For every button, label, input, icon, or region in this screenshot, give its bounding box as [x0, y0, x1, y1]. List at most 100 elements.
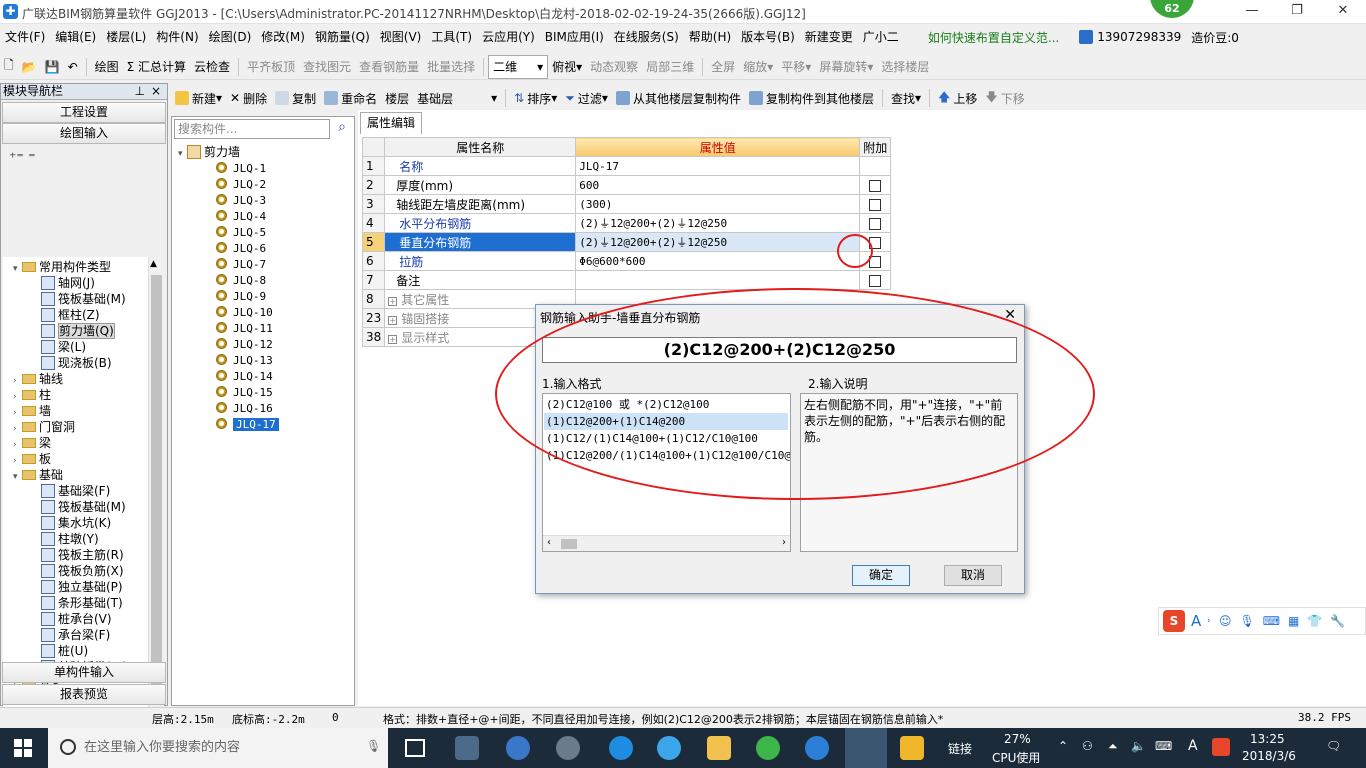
component-item[interactable]: JLQ-9 — [216, 289, 266, 305]
toolbar-button[interactable]: 批量选择 — [423, 55, 479, 79]
search-icon[interactable]: ⌕ — [332, 119, 352, 139]
copy-from-floor-button[interactable]: 从其他楼层复制构件 — [612, 86, 745, 110]
single-component-button[interactable]: 单构件输入 — [2, 662, 166, 683]
taskbar-search-input[interactable]: 在这里输入你要搜索的内容 — [48, 728, 388, 768]
toolbar-button[interactable]: 俯视 ▾ — [548, 55, 586, 79]
menu-item[interactable]: 帮助(H) — [684, 25, 736, 49]
nav-item[interactable]: 轴网(J) — [41, 275, 95, 291]
menu-item[interactable]: 楼层(L) — [101, 25, 151, 49]
menu-item[interactable]: 编辑(E) — [50, 25, 101, 49]
user-phone[interactable]: 13907298339 — [1097, 30, 1181, 44]
toolbar-button[interactable]: 动态观察 — [586, 55, 642, 79]
nav-item[interactable]: 剪力墙(Q) — [41, 323, 115, 339]
save-icon[interactable]: 💾 — [41, 55, 64, 79]
nav-item[interactable]: 桩(U) — [41, 643, 88, 659]
property-row[interactable]: 4 水平分布钢筋 (2)⏚12@200+(2)⏚12@250 — [361, 213, 892, 233]
nav-item[interactable]: 条形基础(T) — [41, 595, 123, 611]
browser-e-icon[interactable] — [506, 736, 530, 760]
ok-button[interactable]: 确定 — [852, 565, 910, 586]
menu-item[interactable]: 构件(N) — [151, 25, 203, 49]
component-item[interactable]: JLQ-4 — [216, 209, 266, 225]
nav-item[interactable]: 集水坑(K) — [41, 515, 111, 531]
project-settings-button[interactable]: 工程设置 — [2, 102, 166, 123]
tray-expand-icon[interactable]: ⌃ — [1058, 739, 1068, 753]
nav-item[interactable]: 筏板基础(M) — [41, 499, 126, 515]
menu-item[interactable]: 视图(V) — [375, 25, 427, 49]
glodon-app-taskbar-icon[interactable] — [845, 728, 887, 768]
component-item[interactable]: JLQ-12 — [216, 337, 273, 353]
search-input[interactable]: 搜索构件... — [174, 119, 330, 139]
sort-button[interactable]: ⇅ 排序 ▾ — [510, 86, 561, 110]
menu-item[interactable]: 钢筋量(Q) — [310, 25, 375, 49]
ime-indicator[interactable]: A — [1188, 738, 1198, 754]
format-hscrollbar[interactable]: ‹ › — [543, 535, 790, 551]
toolbar-button[interactable]: 查看钢筋量 — [355, 55, 423, 79]
component-item[interactable]: JLQ-15 — [216, 385, 273, 401]
people-icon[interactable]: ⚇ — [1082, 739, 1093, 753]
score-badge[interactable]: 62 — [1150, 0, 1194, 18]
volume-icon[interactable]: 🔈 — [1131, 739, 1146, 753]
menu-item[interactable]: 修改(M) — [256, 25, 310, 49]
component-item[interactable]: JLQ-3 — [216, 193, 266, 209]
nav-item[interactable]: 筏板负筋(X) — [41, 563, 124, 579]
fan-app-icon[interactable] — [455, 736, 479, 760]
component-item[interactable]: JLQ-6 — [216, 241, 266, 257]
property-row[interactable]: 7 备注 — [361, 270, 892, 290]
tab-property-edit[interactable]: 属性编辑 — [360, 112, 423, 134]
wifi-icon[interactable]: ⏶ — [1108, 739, 1118, 754]
new-component-button[interactable]: 新建 ▾ — [171, 86, 226, 110]
delete-button[interactable]: ✕ 删除 — [226, 86, 271, 110]
component-item[interactable]: JLQ-5 — [216, 225, 266, 241]
component-item[interactable]: JLQ-1 — [216, 161, 266, 177]
ime-toolbar[interactable]: S A ˒ ☺ 🎙 ⌨ ▦ 👕 🔧 — [1158, 607, 1366, 635]
clock-time[interactable]: 13:25 — [1250, 732, 1285, 746]
nav-item[interactable]: 筏板主筋(R) — [41, 547, 124, 563]
keyboard-tray-icon[interactable]: ⌨ — [1155, 739, 1172, 753]
sogou-tray-icon[interactable] — [1212, 738, 1230, 756]
nav-item[interactable]: 独立基础(P) — [41, 579, 123, 595]
component-item[interactable]: JLQ-13 — [216, 353, 273, 369]
nav-item[interactable]: 基础梁(F) — [41, 483, 110, 499]
edge-icon[interactable] — [609, 736, 633, 760]
sogou-browser-icon[interactable] — [805, 736, 829, 760]
menu-item[interactable]: BIM应用(I) — [540, 25, 609, 49]
nav-folder[interactable]: › 墙 — [13, 403, 51, 419]
toolbar-button[interactable]: 缩放 ▾ — [739, 55, 777, 79]
spiral-app-icon[interactable] — [556, 736, 580, 760]
nav-item[interactable]: 承台梁(F) — [41, 627, 110, 643]
copy-to-floor-button[interactable]: 复制构件到其他楼层 — [745, 86, 878, 110]
file-explorer-icon[interactable] — [707, 736, 731, 760]
open-file-icon[interactable]: 📂 — [18, 55, 41, 79]
menu-item[interactable]: 广小二 — [858, 25, 904, 49]
property-row[interactable]: 3 轴线距左墙皮距离(mm) (300) — [361, 194, 892, 214]
toolbar-button[interactable]: 选择楼层 — [877, 55, 933, 79]
copy-button[interactable]: 复制 — [271, 86, 320, 110]
component-item[interactable]: JLQ-17 — [216, 417, 279, 433]
minimize-icon[interactable]: — — [1242, 3, 1262, 19]
menu-item[interactable]: 在线服务(S) — [609, 25, 684, 49]
new-file-icon[interactable]: 🗋 — [0, 55, 18, 79]
component-root[interactable]: ▾ 剪力墙 — [178, 144, 240, 160]
menu-item[interactable]: 文件(F) — [0, 25, 50, 49]
expand-collapse-icons[interactable]: ⁺⁼ ⁼ — [1, 144, 167, 174]
floor-select[interactable]: 基础层 ▾ — [413, 86, 501, 110]
component-item[interactable]: JLQ-7 — [216, 257, 266, 273]
component-item[interactable]: JLQ-10 — [216, 305, 273, 321]
nav-folder[interactable]: ▾ 基础 — [13, 467, 63, 483]
toolbar-button[interactable]: 绘图 — [91, 55, 123, 79]
move-up-button[interactable]: 🡅 上移 — [934, 86, 981, 110]
nav-folder[interactable]: › 门窗洞 — [13, 419, 75, 435]
component-item[interactable]: JLQ-14 — [216, 369, 273, 385]
menu-tip-link[interactable]: 如何快速布置自定义范... — [928, 29, 1059, 46]
toolbar-button[interactable]: Σ 汇总计算 — [123, 55, 190, 79]
filter-button[interactable]: ⏷ 过滤 ▾ — [561, 86, 612, 110]
menu-item[interactable]: 版本号(B) — [736, 25, 800, 49]
toolbar-button[interactable]: 查找图元 — [299, 55, 355, 79]
restore-icon[interactable]: ❐ — [1287, 3, 1307, 19]
toolbar-button[interactable]: 平齐板顶 — [243, 55, 299, 79]
property-row[interactable]: 2 厚度(mm) 600 — [361, 175, 892, 195]
nav-folder[interactable]: › 板 — [13, 451, 51, 467]
nav-close-icon[interactable]: × — [151, 84, 161, 99]
notification-icon[interactable]: 🗨 — [1326, 739, 1341, 753]
nav-folder[interactable]: ▾ 常用构件类型 — [13, 259, 111, 275]
